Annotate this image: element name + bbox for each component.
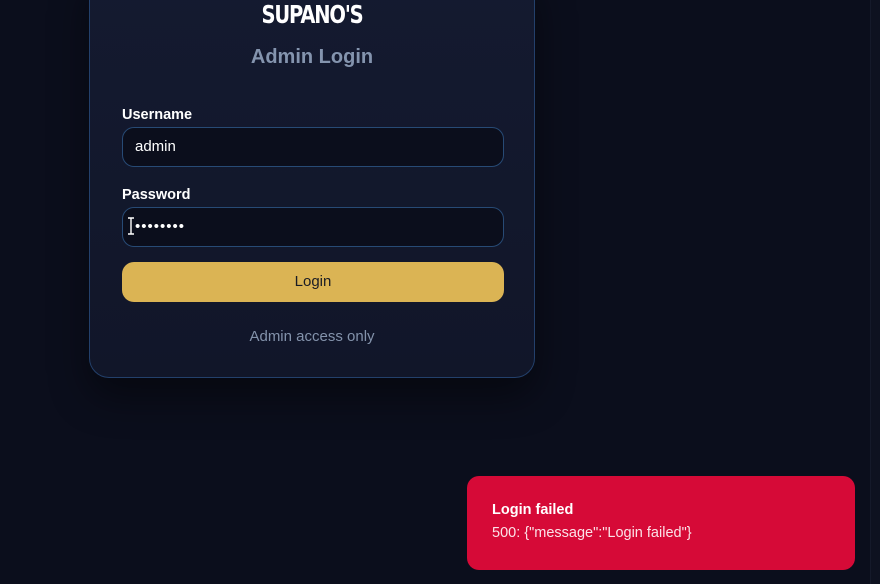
brand-logo: SUPANO'S	[261, 0, 363, 29]
error-toast[interactable]: Login failed 500: {"message":"Login fail…	[467, 476, 855, 570]
login-page: SUPANO'S Admin Login Username admin Pass…	[0, 0, 880, 584]
text-cursor-icon	[128, 217, 134, 235]
password-input[interactable]: ••••••••	[122, 207, 504, 247]
login-button[interactable]: Login	[122, 262, 504, 302]
password-value: ••••••••	[135, 218, 186, 235]
toast-title: Login failed	[492, 502, 574, 518]
admin-notice: Admin access only	[249, 328, 375, 345]
login-card: SUPANO'S Admin Login Username admin Pass…	[89, 0, 535, 378]
page-title: Admin Login	[250, 46, 374, 68]
username-label: Username	[122, 107, 193, 123]
password-label: Password	[122, 187, 191, 203]
page-scrollbar[interactable]	[870, 0, 880, 584]
toast-message: 500: {"message":"Login failed"}	[492, 525, 692, 541]
username-input[interactable]: admin	[122, 127, 504, 167]
